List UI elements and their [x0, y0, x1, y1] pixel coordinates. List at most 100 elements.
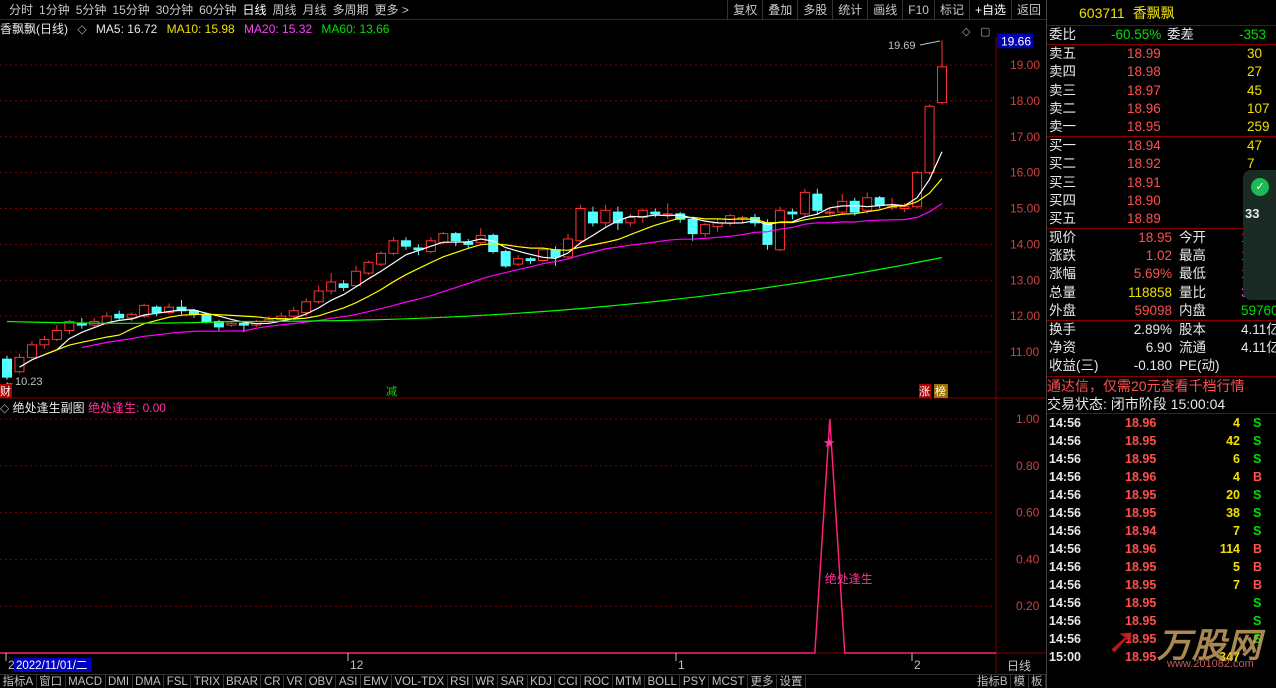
indicator-tab[interactable]: EMV [361, 674, 392, 688]
candle-body [600, 209, 611, 224]
period-tab[interactable]: 多周期 [330, 0, 372, 20]
period-tab[interactable]: 更多 > [372, 0, 412, 20]
indicator-tab[interactable]: 指标A [0, 674, 37, 688]
marker-zhang[interactable]: 涨 [919, 385, 930, 398]
indicator-tab[interactable]: VOL-TDX [392, 674, 448, 688]
candle-body [351, 270, 362, 287]
stat-label: 最高 [1179, 248, 1206, 264]
ask-label: 卖二 [1049, 100, 1076, 116]
period-label[interactable]: 日线 [1007, 659, 1031, 673]
sub-chart-settings-icon[interactable]: ◇ [0, 401, 9, 415]
toolbar-button[interactable]: F10 [902, 0, 934, 20]
stat-value: 2.89% [1133, 322, 1172, 337]
candle-body [550, 249, 561, 258]
indicator-tab[interactable]: KDJ [528, 674, 556, 688]
bid-price: 18.90 [1127, 192, 1161, 208]
indicator-tab[interactable]: MCST [709, 674, 748, 688]
indicator-tab[interactable]: SAR [498, 674, 528, 688]
stat-row: 涨幅5.69%最低17.93 [1047, 265, 1276, 283]
indicator-tab[interactable]: MACD [66, 674, 106, 688]
period-tab[interactable]: 月线 [300, 0, 330, 20]
indicator-tab[interactable]: ASI [336, 674, 361, 688]
marker-cai[interactable]: 财 [0, 384, 11, 398]
candle-body [513, 258, 524, 265]
indicator-tab[interactable]: TRIX [191, 674, 224, 688]
tick-side: S [1253, 451, 1262, 466]
toolbar-button[interactable]: 标记 [933, 0, 969, 20]
candle-body [849, 200, 860, 213]
indicator-tab[interactable]: MTM [613, 674, 645, 688]
indicator-tab[interactable]: CR [261, 674, 285, 688]
tick-time: 14:56 [1049, 541, 1081, 556]
indicator-tab[interactable]: DMI [106, 674, 133, 688]
indicator-tab[interactable]: 指标B [974, 675, 1011, 688]
indicator-tab[interactable]: CCI [555, 674, 582, 688]
tick-volume: 4 [1233, 415, 1240, 430]
marker-jian[interactable]: 减 [386, 385, 397, 398]
toolbar-button[interactable]: 统计 [832, 0, 867, 20]
toolbar-button[interactable]: 返回 [1010, 0, 1046, 20]
marker-bang[interactable]: 榜 [935, 384, 946, 398]
indicator-tab[interactable]: OBV [306, 674, 337, 688]
indicator-tab[interactable]: VR [284, 674, 307, 688]
period-tab[interactable]: 60分钟 [196, 0, 239, 20]
stat-label: 内盘 [1179, 302, 1206, 318]
stat-row: 净资 6.90 流通 4.11亿 [1047, 339, 1276, 357]
sub-tick: 1.00 [1016, 412, 1040, 426]
toolbar-button[interactable]: +自选 [968, 0, 1011, 20]
indicator-tab[interactable]: 窗口 [37, 674, 66, 688]
stat-label: 外盘 [1049, 302, 1076, 318]
candle-body [899, 206, 910, 210]
period-tab[interactable]: 5分钟 [73, 0, 110, 20]
indicator-tab[interactable]: 板 [1029, 675, 1046, 688]
indicator-tab[interactable]: DMA [133, 674, 165, 688]
stat-label: 流通 [1179, 340, 1206, 356]
promo-banner[interactable]: 通达信，仅需20元查看千档行情 [1047, 377, 1276, 395]
bid-label: 买二 [1049, 156, 1076, 172]
tick-time: 14:56 [1049, 415, 1081, 430]
indicator-tab[interactable]: FSL [164, 674, 192, 688]
period-tab[interactable]: 1分钟 [36, 0, 73, 20]
indicator-tab[interactable]: WR [473, 674, 499, 688]
chart-expand-icon[interactable]: ▢ [980, 26, 990, 38]
tick-volume: 7 [1233, 577, 1240, 592]
security-badge[interactable]: ✓ 33 [1243, 170, 1276, 300]
indicator-tab[interactable]: BRAR [224, 674, 262, 688]
tick-price: 18.96 [1125, 541, 1157, 556]
stat-row: 现价18.95今开18.9 [1047, 229, 1276, 247]
stat-label: 现价 [1049, 230, 1076, 246]
watermark-url: www.201082.com [1167, 658, 1254, 670]
kline-chart[interactable]: 19.00 18.00 17.00 16.00 15.00 14.00 13.00 12.00… [0, 21, 1046, 674]
toolbar-button[interactable]: 多股 [797, 0, 832, 20]
toolbar-button[interactable]: 复权 [727, 0, 762, 20]
bid-price: 18.91 [1127, 174, 1161, 190]
indicator-tab[interactable]: 更多 [748, 674, 777, 688]
ask-price: 18.96 [1127, 100, 1161, 116]
indicator-tab[interactable]: BOLL [645, 674, 681, 688]
price-tick: 11.00 [1010, 345, 1039, 359]
period-tab[interactable]: 日线 [239, 0, 269, 20]
period-tab[interactable]: 15分钟 [109, 0, 152, 20]
bid-price: 18.92 [1127, 156, 1161, 172]
candle-body [363, 261, 374, 274]
indicator-tab[interactable]: PSY [680, 674, 710, 688]
signal-annotation: 绝处逢生 [825, 571, 873, 586]
indicator-tab[interactable]: RSI [448, 674, 473, 688]
bid-row: 买五18.891 [1047, 210, 1276, 228]
period-tab[interactable]: 30分钟 [153, 0, 196, 20]
stat-value: 59760 [1241, 302, 1276, 318]
tick-side: S [1253, 487, 1262, 502]
indicator-tab[interactable]: 模 [1011, 675, 1029, 688]
toolbar-button[interactable]: 叠加 [762, 0, 797, 20]
chart-settings-icon[interactable]: ◇ [962, 26, 971, 38]
period-tab[interactable]: 周线 [269, 0, 299, 20]
toolbar-button[interactable]: 画线 [867, 0, 902, 20]
indicator-tab[interactable]: ROC [581, 674, 613, 688]
quote-panel: 603711 香飘飘 委比 -60.55% 委差 -353 卖五 18.99 30 卖… [1046, 0, 1276, 688]
indicator-tab[interactable]: 设置 [777, 674, 806, 688]
tick-side: B [1253, 469, 1263, 484]
tick-volume: 42 [1226, 433, 1240, 448]
candle-body [538, 249, 549, 262]
candle-body [587, 211, 598, 224]
period-tab[interactable]: 分时 [6, 0, 36, 20]
